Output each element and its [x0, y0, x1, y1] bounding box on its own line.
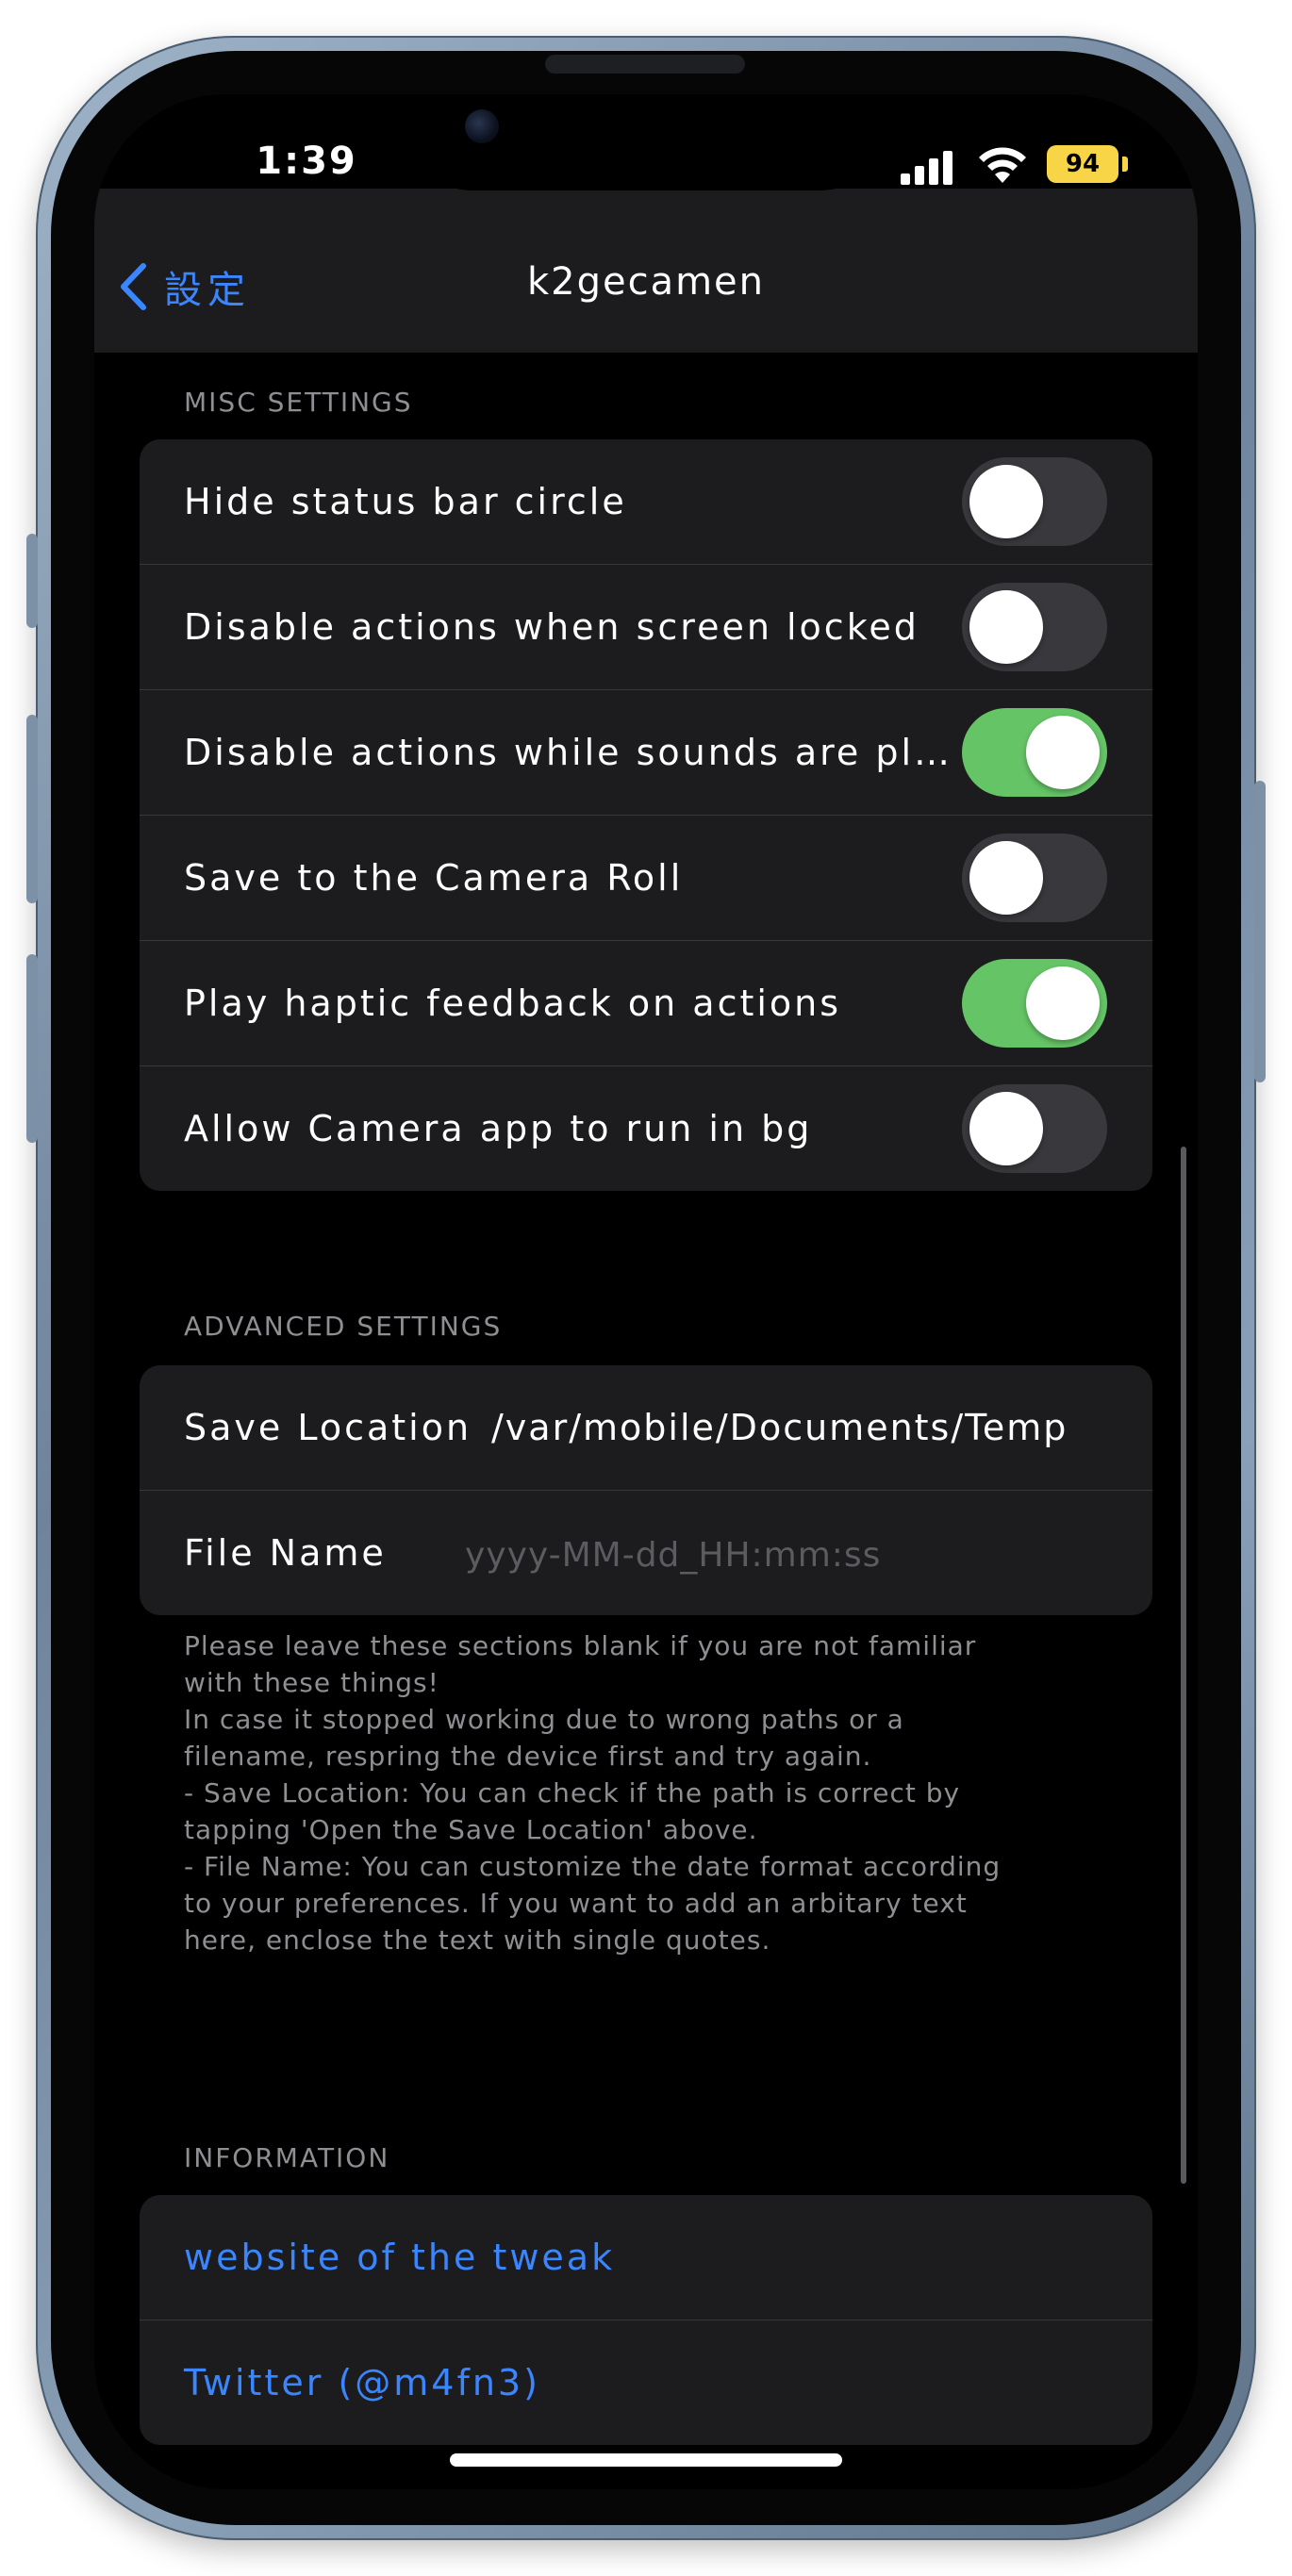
twitter-link[interactable]: Twitter (@m4fn3)	[184, 2362, 540, 2403]
save-to-camera-roll-toggle[interactable]	[962, 834, 1107, 922]
front-camera	[465, 109, 499, 143]
advanced-footer-note: Please leave these sections blank if you…	[184, 1630, 1002, 1956]
toggle-knob	[969, 841, 1043, 915]
cellular-signal-icon	[901, 151, 955, 185]
disable-when-locked-toggle[interactable]	[962, 583, 1107, 671]
action-button	[26, 534, 38, 628]
toggle-knob	[969, 1092, 1043, 1165]
misc-settings-group: Hide status bar circle Disable actions w…	[140, 439, 1152, 1191]
volume-down-button	[26, 954, 38, 1143]
misc-row-haptic-feedback[interactable]: Play haptic feedback on actions	[140, 941, 1152, 1066]
toggle-knob	[969, 465, 1043, 538]
file-name-row[interactable]: File Name	[140, 1491, 1152, 1615]
screen: 1:39 94 設定 k2gecamen MISC SETTINGS Hide …	[94, 94, 1198, 2489]
hide-status-bar-circle-toggle[interactable]	[962, 457, 1107, 546]
volume-up-button	[26, 715, 38, 903]
haptic-feedback-toggle[interactable]	[962, 959, 1107, 1048]
row-label: Disable actions while sounds are pla…	[184, 732, 957, 773]
website-link[interactable]: website of the tweak	[184, 2237, 615, 2278]
disable-while-sounds-toggle[interactable]	[962, 708, 1107, 797]
toggle-knob	[969, 590, 1043, 664]
battery-tip	[1122, 157, 1128, 172]
status-time: 1:39	[256, 140, 357, 183]
row-label: Allow Camera app to run in bg	[184, 1108, 813, 1149]
twitter-link-row[interactable]: Twitter (@m4fn3)	[140, 2320, 1152, 2445]
toggle-knob	[1026, 716, 1100, 789]
row-label: Hide status bar circle	[184, 481, 627, 522]
scroll-indicator[interactable]	[1181, 1147, 1186, 2184]
advanced-settings-group: Save Location /var/mobile/Documents/Temp…	[140, 1365, 1152, 1615]
misc-row-disable-when-locked[interactable]: Disable actions when screen locked	[140, 565, 1152, 690]
information-section-header: INFORMATION	[184, 2142, 390, 2173]
battery-icon: 94	[1047, 145, 1118, 183]
row-label: Play haptic feedback on actions	[184, 983, 842, 1024]
advanced-section-header: ADVANCED SETTINGS	[184, 1311, 503, 1342]
misc-section-header: MISC SETTINGS	[184, 387, 413, 418]
file-name-field[interactable]	[463, 1527, 1108, 1583]
save-location-label: Save Location	[184, 1407, 472, 1448]
camera-in-bg-toggle[interactable]	[962, 1084, 1107, 1173]
save-location-row[interactable]: Save Location /var/mobile/Documents/Temp	[140, 1365, 1152, 1491]
earpiece-speaker	[545, 55, 745, 74]
file-name-label: File Name	[184, 1532, 387, 1574]
row-label: Save to the Camera Roll	[184, 857, 684, 899]
notch	[418, 94, 874, 190]
website-link-row[interactable]: website of the tweak	[140, 2195, 1152, 2320]
misc-row-save-to-camera-roll[interactable]: Save to the Camera Roll	[140, 816, 1152, 941]
battery-level: 94	[1065, 150, 1101, 178]
information-group: website of the tweak Twitter (@m4fn3)	[140, 2195, 1152, 2445]
row-label: Disable actions when screen locked	[184, 606, 919, 648]
misc-row-hide-status-bar-circle[interactable]: Hide status bar circle	[140, 439, 1152, 565]
page-title: k2gecamen	[526, 260, 766, 304]
wifi-icon	[979, 147, 1026, 183]
toggle-knob	[1026, 966, 1100, 1040]
misc-row-disable-while-sounds[interactable]: Disable actions while sounds are pla…	[140, 690, 1152, 816]
power-button	[1254, 781, 1266, 1082]
misc-row-camera-in-bg[interactable]: Allow Camera app to run in bg	[140, 1066, 1152, 1191]
save-location-value: /var/mobile/Documents/Temp	[491, 1407, 1068, 1448]
home-indicator[interactable]	[450, 2453, 842, 2467]
